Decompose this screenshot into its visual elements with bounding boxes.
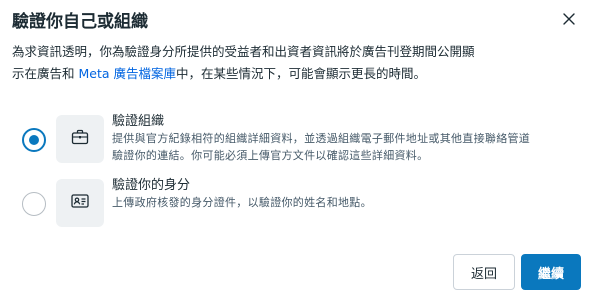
id-card-icon [70,191,90,215]
close-icon [563,10,575,29]
continue-button[interactable]: 繼續 [521,254,581,290]
radio-verify-organization[interactable] [22,128,46,152]
radio-selected-dot [29,135,39,145]
option-text: 驗證你的身分 上傳政府核發的身分證件，以驗證你的姓名和地點。 [112,177,572,211]
dialog-description: 為求資訊透明，你為驗證身分所提供的受益者和出資者資訊將於廣告刊登期間公開顯 示在… [12,41,572,85]
option-description-line-1: 提供與官方紀錄相符的組織詳細資料，並透過組織電子郵件地址或其他直接聯絡管道 [112,132,531,145]
back-button[interactable]: 返回 [453,254,515,290]
option-verify-identity[interactable]: 驗證你的身分 上傳政府核發的身分證件，以驗證你的姓名和地點。 [22,177,572,231]
option-text: 驗證組織 提供與官方紀錄相符的組織詳細資料，並透過組織電子郵件地址或其他直接聯絡… [112,113,572,164]
dialog-title: 驗證你自己或組織 [12,12,148,32]
radio-verify-identity[interactable] [22,192,46,216]
verify-dialog: 驗證你自己或組織 為求資訊透明，你為驗證身分所提供的受益者和出資者資訊將於廣告刊… [0,0,590,300]
option-icon-box [56,115,104,163]
option-description-line-1: 上傳政府核發的身分證件，以驗證你的姓名和地點。 [112,196,372,209]
briefcase-icon [70,127,90,151]
description-line-1: 為求資訊透明，你為驗證身分所提供的受益者和出資者資訊將於廣告刊登期間公開顯 [12,44,475,59]
description-line-2: 示在廣告和 Meta 廣告檔案庫中，在某些情況下，可能會顯示更長的時間。 [12,63,572,85]
option-title: 驗證組織 [112,114,165,129]
option-title: 驗證你的身分 [112,178,191,193]
ad-library-link[interactable]: Meta 廣告檔案庫 [78,66,176,81]
close-button[interactable] [558,8,580,30]
option-verify-organization[interactable]: 驗證組織 提供與官方紀錄相符的組織詳細資料，並透過組織電子郵件地址或其他直接聯絡… [22,113,572,167]
description-text-before: 示在廣告和 [12,66,79,81]
option-icon-box [56,179,104,227]
option-description-line-2: 驗證你的連結。你可能必須上傳官方文件以確認這些詳細資料。 [112,149,429,162]
description-text-after: 中，在某些情況下，可能會顯示更長的時間。 [176,66,427,81]
